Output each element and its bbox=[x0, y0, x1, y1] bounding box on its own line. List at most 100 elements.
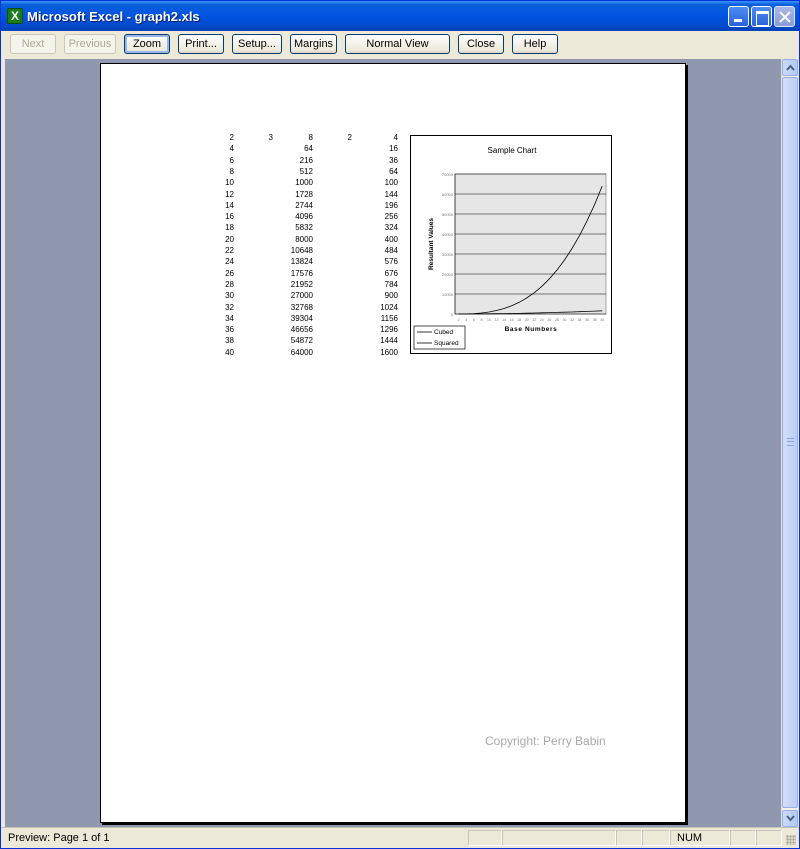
sheet-cell: 64000 bbox=[290, 347, 313, 357]
sheet-cell: 40 bbox=[225, 347, 234, 357]
x-axis-label: Base Numbers bbox=[505, 326, 558, 333]
sheet-cell: 576 bbox=[384, 257, 398, 267]
sheet-cell: 4 bbox=[229, 144, 234, 154]
preview-page[interactable]: 2 3 8 2 4 4 64 16 6 216 36 8 512 64 10 1000 100 12 1728 144… bbox=[100, 63, 686, 823]
sheet-cell: 144 bbox=[384, 189, 398, 199]
sheet-cell: 676 bbox=[384, 268, 398, 278]
status-pane bbox=[502, 830, 616, 846]
sheet-cell: 13824 bbox=[290, 257, 313, 267]
y-tick-label: 20000 bbox=[442, 272, 454, 277]
title-bar[interactable]: Microsoft Excel - graph2.xls bbox=[1, 1, 799, 31]
zoom-button[interactable]: Zoom bbox=[124, 34, 170, 54]
x-tick-label: 2 bbox=[458, 318, 460, 322]
setup-button[interactable]: Setup... bbox=[232, 34, 282, 54]
sheet-cell: 6 bbox=[229, 155, 234, 165]
sheet-cell: 28 bbox=[225, 279, 234, 289]
sheet-cell: 2744 bbox=[295, 200, 313, 210]
sheet-cell: 64 bbox=[389, 166, 398, 176]
sheet-cell: 1000 bbox=[295, 178, 313, 188]
sheet-cell: 34 bbox=[225, 313, 234, 323]
preview-area[interactable]: 2 3 8 2 4 4 64 16 6 216 36 8 512 64 10 1000 100 12 1728 144… bbox=[5, 59, 781, 827]
x-tick-label: 18 bbox=[517, 318, 521, 322]
sheet-cell: 5832 bbox=[295, 223, 313, 233]
sheet-cell: 784 bbox=[384, 279, 398, 289]
print-preview-toolbar: Next Previous Zoom Print... Setup... Mar… bbox=[1, 31, 799, 57]
sheet-cell: 1156 bbox=[380, 313, 398, 323]
x-tick-label: 4 bbox=[465, 318, 467, 322]
sheet-cell: 484 bbox=[384, 246, 398, 255]
normal-view-button[interactable]: Normal View bbox=[345, 34, 450, 54]
sheet-cell: 2 bbox=[347, 133, 352, 142]
legend-label: Squared bbox=[434, 340, 459, 347]
x-tick-label: 34 bbox=[578, 318, 582, 322]
sheet-cell: 900 bbox=[384, 291, 398, 301]
x-tick-label: 22 bbox=[532, 318, 536, 322]
print-button[interactable]: Print... bbox=[178, 34, 224, 54]
x-tick-label: 38 bbox=[593, 318, 597, 322]
close-window-button bbox=[774, 6, 795, 27]
x-tick-label: 36 bbox=[585, 318, 589, 322]
num-lock-indicator: NUM bbox=[670, 830, 730, 846]
chart-canvas: Sample Chart 0 10000 20000 30000 40000 50000 60… bbox=[413, 146, 607, 350]
sheet-cell: 4 bbox=[393, 133, 398, 142]
chart-title: Sample Chart bbox=[488, 146, 538, 155]
status-pane bbox=[756, 830, 782, 846]
vertical-scrollbar[interactable] bbox=[781, 59, 798, 827]
x-tick-label: 12 bbox=[495, 318, 499, 322]
y-tick-label: 40000 bbox=[442, 232, 454, 237]
resize-grip-icon[interactable] bbox=[786, 835, 796, 845]
plot-area bbox=[454, 173, 607, 315]
sheet-cell: 20 bbox=[225, 234, 234, 244]
legend-label: Cubed bbox=[434, 329, 454, 336]
sheet-cell: 10 bbox=[225, 178, 234, 188]
status-pane bbox=[730, 830, 756, 846]
y-axis-label: Resultant Values bbox=[428, 218, 435, 270]
status-pane bbox=[616, 830, 642, 846]
sheet-cell: 1600 bbox=[380, 347, 398, 357]
status-pane bbox=[468, 830, 502, 846]
sheet-cell: 1296 bbox=[380, 325, 398, 335]
y-tick-label: 50000 bbox=[442, 212, 454, 217]
minimize-button[interactable] bbox=[728, 6, 749, 27]
sheet-cell: 54872 bbox=[290, 336, 313, 346]
margins-button[interactable]: Margins bbox=[290, 34, 337, 54]
sheet-cell: 196 bbox=[384, 200, 398, 210]
sheet-cell: 21952 bbox=[290, 279, 313, 289]
sheet-cell: 14 bbox=[225, 200, 234, 210]
y-tick-label: 10000 bbox=[442, 292, 454, 297]
x-tick-label: 40 bbox=[600, 318, 604, 322]
sheet-cell: 10648 bbox=[290, 246, 313, 255]
sheet-cell: 512 bbox=[299, 166, 313, 176]
x-tick-label: 8 bbox=[480, 318, 482, 322]
sheet-cell: 39304 bbox=[290, 313, 313, 323]
sheet-cell: 64 bbox=[304, 144, 313, 154]
maximize-button[interactable] bbox=[751, 6, 772, 27]
status-bar: Preview: Page 1 of 1 NUM bbox=[1, 827, 799, 848]
help-button[interactable]: Help bbox=[512, 34, 558, 54]
sheet-cell: 38 bbox=[225, 336, 234, 346]
excel-window: Microsoft Excel - graph2.xls Next Previo… bbox=[0, 0, 800, 849]
x-tick-label: 14 bbox=[502, 318, 506, 322]
x-tick-label: 6 bbox=[473, 318, 475, 322]
sheet-cell: 36 bbox=[389, 155, 398, 165]
sheet-cell: 32 bbox=[225, 302, 234, 312]
close-button[interactable]: Close bbox=[458, 34, 504, 54]
sheet-cell: 1444 bbox=[380, 336, 398, 346]
sheet-cell: 8 bbox=[229, 166, 234, 176]
grip-icon bbox=[787, 438, 794, 446]
scroll-up-button[interactable] bbox=[782, 59, 798, 76]
x-tick-label: 16 bbox=[510, 318, 514, 322]
sheet-cell: 18 bbox=[225, 223, 234, 233]
status-text: Preview: Page 1 of 1 bbox=[8, 832, 110, 844]
sheet-cell: 26 bbox=[225, 268, 234, 278]
sheet-cell: 36 bbox=[225, 325, 234, 335]
previous-button: Previous bbox=[64, 34, 116, 54]
x-tick-label: 20 bbox=[525, 318, 529, 322]
sheet-cell: 324 bbox=[384, 223, 398, 233]
scroll-down-button[interactable] bbox=[782, 810, 798, 827]
y-tick-label: 0 bbox=[451, 312, 454, 317]
excel-app-icon[interactable] bbox=[7, 8, 23, 24]
scroll-thumb[interactable] bbox=[782, 77, 798, 808]
y-tick-label: 30000 bbox=[442, 252, 454, 257]
sheet-cell: 100 bbox=[384, 178, 398, 188]
